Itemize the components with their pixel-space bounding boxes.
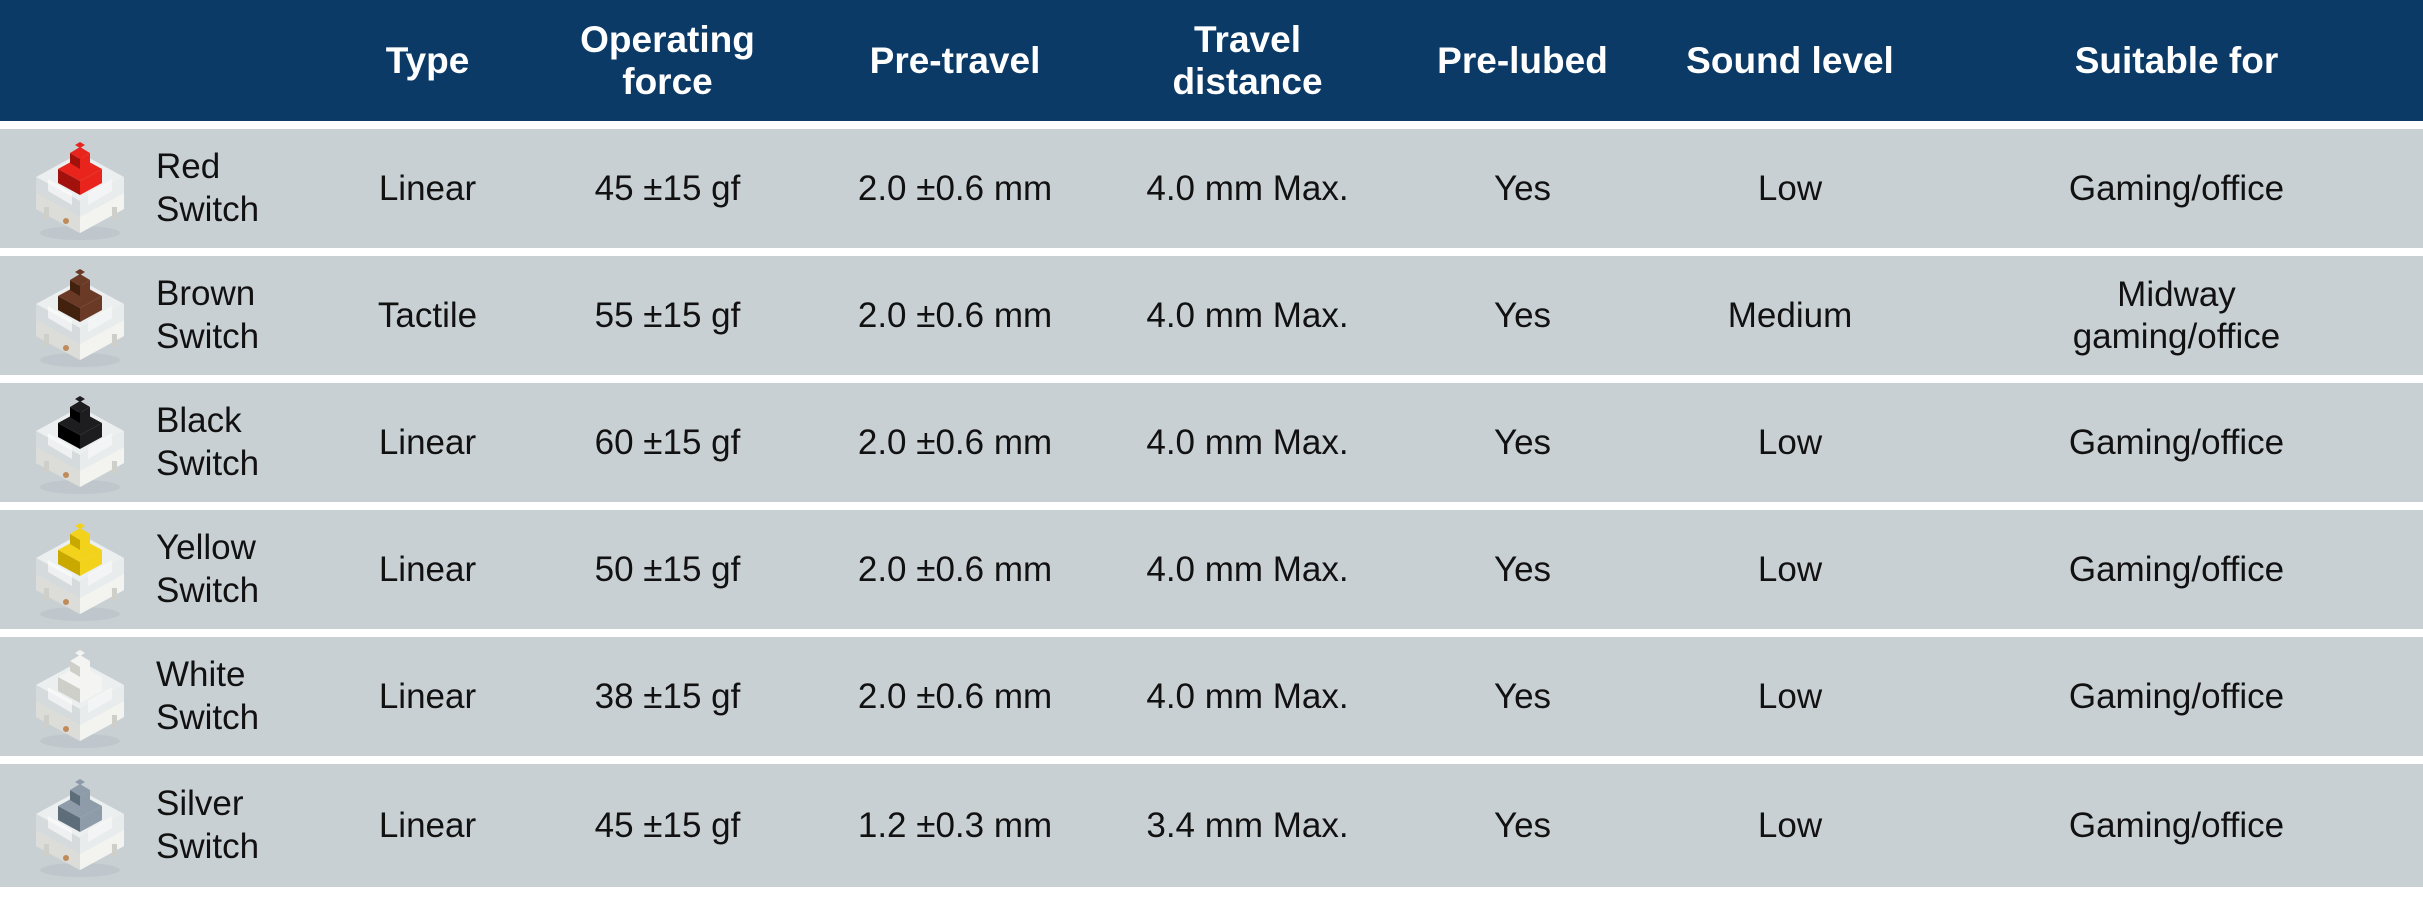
switch-name: Red Switch [156,146,260,229]
cell-type: Linear [330,633,525,764]
cell-type: Linear [330,760,525,887]
switch-cell: Yellow Switch [0,506,330,637]
switch-cell: Brown Switch [0,252,330,383]
cell-travel-distance: 3.4 mm Max. [1100,760,1395,887]
switch-cell: Silver Switch [0,760,330,887]
column-header-suitable-for: Suitable for [1930,0,2423,125]
cell-travel-distance: 4.0 mm Max. [1100,379,1395,510]
switch-cell: White Switch [0,633,330,764]
cell-pre-lubed: Yes [1395,252,1650,383]
brown-switch-icon [18,260,142,372]
cell-suitable-for: Gaming/office [1930,379,2423,510]
cell-pre-lubed: Yes [1395,121,1650,256]
cell-pre-travel: 2.0 ±0.6 mm [810,121,1100,256]
cell-sound-level: Low [1650,506,1930,637]
cell-pre-travel: 1.2 ±0.3 mm [810,760,1100,887]
cell-suitable-for: Gaming/office [1930,121,2423,256]
switch-cell: Black Switch [0,379,330,510]
cell-travel-distance: 4.0 mm Max. [1100,633,1395,764]
white-switch-icon [18,641,142,753]
cell-sound-level: Low [1650,633,1930,764]
table-row: Yellow Switch Linear 50 ±15 gf 2.0 ±0.6 mm 4… [0,506,2423,637]
column-header-travel-distance: Travel distance [1100,0,1395,125]
cell-suitable-for: Midway gaming/office [1930,252,2423,383]
switch-comparison-table: Type Operating force Pre-travel Travel d… [0,0,2423,887]
cell-travel-distance: 4.0 mm Max. [1100,506,1395,637]
cell-sound-level: Low [1650,121,1930,256]
cell-type: Tactile [330,252,525,383]
cell-type: Linear [330,506,525,637]
cell-pre-lubed: Yes [1395,379,1650,510]
cell-type: Linear [330,379,525,510]
red-switch-icon [18,133,142,245]
table-header-row: Type Operating force Pre-travel Travel d… [0,0,2423,125]
cell-operating-force: 38 ±15 gf [525,633,810,764]
cell-sound-level: Low [1650,760,1930,887]
table-body: Red Switch Linear 45 ±15 gf 2.0 ±0.6 mm 4.0 … [0,121,2423,887]
cell-operating-force: 45 ±15 gf [525,121,810,256]
cell-pre-travel: 2.0 ±0.6 mm [810,506,1100,637]
column-header-sound-level: Sound level [1650,0,1930,125]
table-row: Black Switch Linear 60 ±15 gf 2.0 ±0.6 mm 4.… [0,379,2423,510]
cell-operating-force: 45 ±15 gf [525,760,810,887]
cell-pre-travel: 2.0 ±0.6 mm [810,379,1100,510]
cell-sound-level: Low [1650,379,1930,510]
black-switch-icon [18,387,142,499]
cell-pre-lubed: Yes [1395,506,1650,637]
table-row: White Switch Linear 38 ±15 gf 2.0 ±0.6 mm 4.… [0,633,2423,764]
cell-travel-distance: 4.0 mm Max. [1100,121,1395,256]
table-row: Red Switch Linear 45 ±15 gf 2.0 ±0.6 mm 4.0 … [0,121,2423,256]
switch-cell: Red Switch [0,121,330,256]
cell-travel-distance: 4.0 mm Max. [1100,252,1395,383]
table-row: Brown Switch Tactile 55 ±15 gf 2.0 ±0.6 mm 4… [0,252,2423,383]
column-header-operating-force: Operating force [525,0,810,125]
switch-name: Silver Switch [156,783,260,866]
yellow-switch-icon [18,514,142,626]
column-header-switch [0,0,330,125]
column-header-pre-travel: Pre-travel [810,0,1100,125]
table-row: Silver Switch Linear 45 ±15 gf 1.2 ±0.3 mm 3… [0,760,2423,887]
cell-operating-force: 50 ±15 gf [525,506,810,637]
cell-pre-travel: 2.0 ±0.6 mm [810,252,1100,383]
cell-suitable-for: Gaming/office [1930,633,2423,764]
switch-name: White Switch [156,654,260,737]
switch-name: Yellow Switch [156,527,260,610]
cell-type: Linear [330,121,525,256]
cell-pre-lubed: Yes [1395,760,1650,887]
cell-pre-travel: 2.0 ±0.6 mm [810,633,1100,764]
silver-switch-icon [18,770,142,882]
table-header: Type Operating force Pre-travel Travel d… [0,0,2423,125]
cell-suitable-for: Gaming/office [1930,760,2423,887]
cell-operating-force: 55 ±15 gf [525,252,810,383]
cell-pre-lubed: Yes [1395,633,1650,764]
column-header-pre-lubed: Pre-lubed [1395,0,1650,125]
switch-name: Brown Switch [156,273,260,356]
cell-operating-force: 60 ±15 gf [525,379,810,510]
cell-sound-level: Medium [1650,252,1930,383]
switch-name: Black Switch [156,400,260,483]
cell-suitable-for: Gaming/office [1930,506,2423,637]
column-header-type: Type [330,0,525,125]
